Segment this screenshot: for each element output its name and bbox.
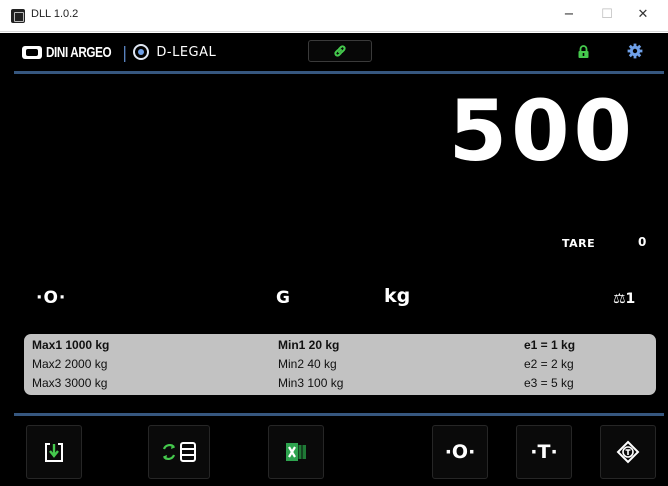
brand-logo: DINI ARGEO | D-LEGAL [22, 42, 216, 62]
product-name: D-LEGAL [156, 44, 217, 60]
app-icon [11, 9, 25, 23]
range-1-max: Max1 1000 kg [32, 338, 110, 352]
sync-database-button[interactable] [148, 425, 210, 479]
header-divider [14, 71, 664, 74]
brand-separator: | [122, 42, 128, 62]
connection-button[interactable] [308, 40, 372, 62]
range-indicator: ⚖1 [613, 291, 636, 307]
range-2-min: Min2 40 kg [278, 357, 337, 371]
app-area: DINI ARGEO | D-LEGAL 500 TARE 0 ·O· G kg… [0, 33, 668, 486]
range-3-e: e3 = 5 kg [524, 376, 574, 390]
weight-display: 500 [448, 82, 636, 180]
brand-badge-icon [22, 45, 42, 59]
range-3-max: Max3 3000 kg [32, 376, 108, 390]
range-2-e: e2 = 2 kg [524, 357, 574, 371]
tare-label: TARE [562, 237, 596, 250]
window-titlebar: DLL 1.0.2 − ☐ ✕ [0, 0, 668, 32]
zero-indicator: ·O· [36, 288, 67, 308]
close-button[interactable]: ✕ [630, 4, 656, 26]
dlegal-icon [133, 44, 150, 60]
lock-icon[interactable] [577, 45, 590, 58]
zero-button-label: ·O· [444, 441, 476, 463]
maximize-button[interactable]: ☐ [594, 4, 620, 26]
import-icon [45, 442, 63, 462]
tare-button[interactable]: ·T· [516, 425, 572, 479]
link-icon [334, 45, 346, 57]
tare-button-label: ·T· [530, 441, 558, 463]
gear-icon[interactable] [627, 43, 643, 59]
range-2-max: Max2 2000 kg [32, 357, 108, 371]
toolbar-divider [14, 413, 664, 416]
tare-value: 0 [638, 235, 647, 249]
import-button[interactable] [26, 425, 82, 479]
minimize-button[interactable]: − [556, 4, 582, 26]
seal-icon [616, 440, 640, 464]
export-excel-button[interactable] [268, 425, 324, 479]
range-1-min: Min1 20 kg [278, 338, 340, 352]
unit-indicator: kg [384, 285, 411, 307]
seal-button[interactable] [600, 425, 656, 479]
excel-icon [286, 443, 306, 461]
range-3-min: Min3 100 kg [278, 376, 344, 390]
window-title: DLL 1.0.2 [31, 8, 79, 20]
brand-name: DINI ARGEO [46, 43, 112, 61]
range-specs-panel: Max1 1000 kg Min1 20 kg e1 = 1 kg Max2 2… [24, 334, 656, 395]
sync-database-icon [162, 442, 196, 462]
zero-button[interactable]: ·O· [432, 425, 488, 479]
range-1-e: e1 = 1 kg [524, 338, 576, 352]
gross-indicator: G [276, 288, 290, 308]
